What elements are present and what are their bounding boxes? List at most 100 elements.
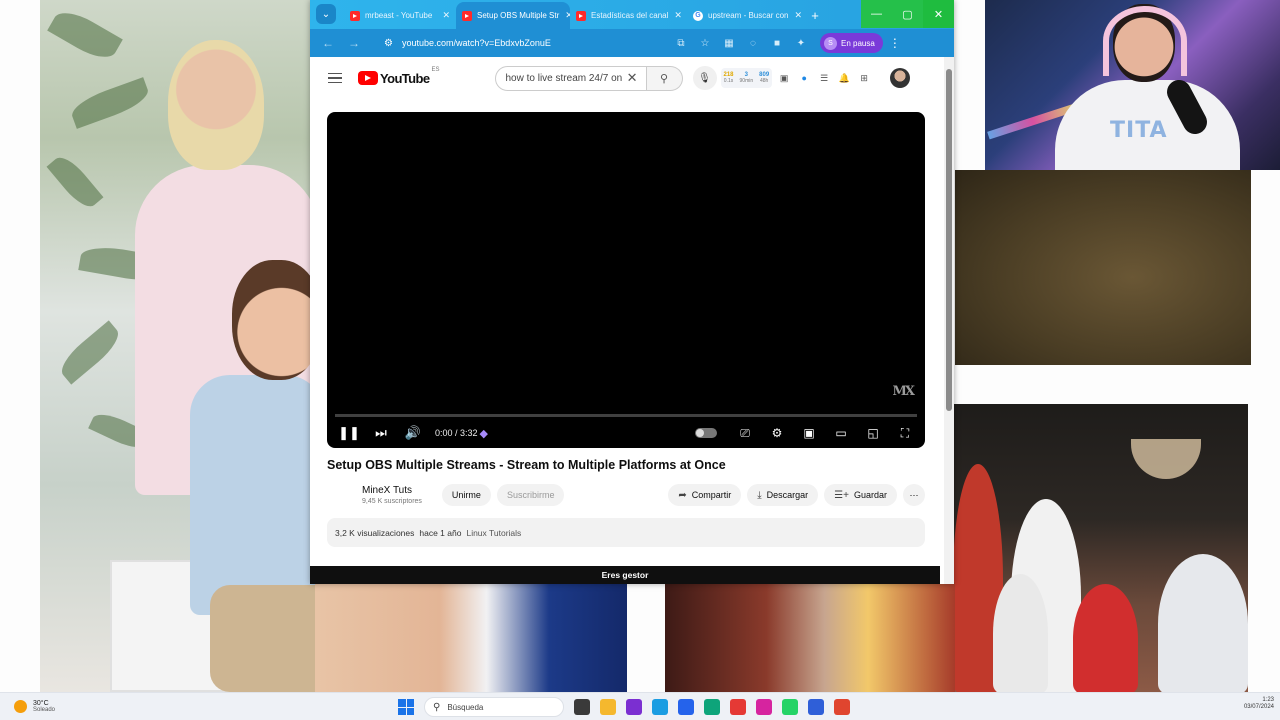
edge-icon[interactable] — [652, 699, 668, 715]
channel-avatar[interactable] — [327, 482, 353, 508]
next-icon[interactable]: ⏭ — [365, 425, 397, 441]
save-button[interactable]: ☰+ Guardar — [824, 484, 897, 506]
pause-icon[interactable]: ❚❚ — [333, 425, 365, 441]
stat-label: 0.1s — [723, 78, 734, 84]
list-icon[interactable]: ☰ — [816, 73, 832, 84]
create-video-icon[interactable]: ⊞ — [856, 73, 872, 84]
close-icon[interactable]: ✕ — [668, 10, 682, 21]
youtube-logo[interactable]: YouTube ES — [358, 67, 440, 86]
maximize-button[interactable]: ▢ — [892, 0, 923, 28]
volume-icon[interactable]: 🔊 — [397, 425, 429, 441]
forward-button[interactable]: → — [344, 36, 364, 50]
menu-icon[interactable] — [328, 72, 342, 84]
stat-label: 48h — [759, 78, 769, 84]
clear-search-icon[interactable]: ✕ — [627, 70, 638, 86]
extension-stats-widget[interactable]: 218 0.1s 3 90min 809 48h — [720, 68, 773, 88]
close-icon[interactable]: ✕ — [436, 10, 450, 21]
browser-icon[interactable] — [834, 699, 850, 715]
youtube-header: YouTube ES how to live stream 24/7 on ✕ … — [310, 57, 944, 99]
cast-icon[interactable]: ◱ — [857, 426, 889, 440]
address-bar[interactable]: ⚙ youtube.com/watch?v=EbdxvbZonuE ⧉ ☆ — [384, 33, 714, 53]
start-button[interactable] — [398, 699, 414, 715]
plus-icon: + — [811, 8, 819, 23]
tab-channel-stats[interactable]: Estadísticas del canal ✕ — [570, 2, 687, 29]
tab-setup-obs[interactable]: Setup OBS Multiple Str ✕ — [456, 2, 570, 29]
more-actions-button[interactable]: ⋯ — [903, 484, 925, 506]
file-explorer-icon[interactable] — [600, 699, 616, 715]
search-placeholder: Búsqueda — [447, 702, 484, 712]
tab-mrbeast[interactable]: mrbeast - YouTube ✕ — [344, 2, 456, 29]
extensions-puzzle-icon[interactable]: ✦ — [792, 34, 810, 52]
channel-name[interactable]: MineX Tuts — [362, 485, 422, 496]
terminal-icon[interactable] — [704, 699, 720, 715]
obs-icon[interactable] — [626, 699, 642, 715]
browser-menu-icon[interactable]: ⋮ — [889, 36, 901, 50]
clock-time: 1:23 — [1262, 697, 1274, 703]
taskbar-search[interactable]: ⚲ Búsqueda — [424, 697, 564, 717]
fullscreen-icon[interactable]: ⛶ — [889, 426, 921, 441]
maximize-icon: ▢ — [902, 8, 913, 21]
close-icon[interactable]: ✕ — [788, 10, 802, 21]
browser-toolbar: ← → ⚙ youtube.com/watch?v=EbdxvbZonuE ⧉ … — [310, 29, 954, 57]
theater-mode-icon[interactable]: ▭ — [825, 426, 857, 440]
weather-widget[interactable]: 30°C Soleado — [14, 700, 55, 714]
close-icon[interactable]: ✕ — [559, 10, 570, 21]
video-tag[interactable]: Linux Tutorials — [466, 528, 521, 538]
taskbar: 30°C Soleado ⚲ Búsqueda 1:23 03/07/2024 — [0, 692, 1280, 720]
video-player[interactable]: MX ❚❚ ⏭ 🔊 0:00 / 3:32 ◆ ⎚ ⚙ ▣ ▭ ◱ ⛶ — [327, 112, 925, 448]
settings-gear-icon[interactable]: ⚙ — [761, 426, 793, 440]
view-count: 3,2 K visualizaciones — [335, 527, 415, 538]
globe-icon[interactable]: ● — [796, 73, 812, 83]
new-tab-button[interactable]: + — [804, 2, 826, 29]
account-avatar[interactable] — [890, 68, 911, 88]
system-clock[interactable]: 1:23 03/07/2024 — [1244, 697, 1274, 711]
profile-button[interactable]: S En pausa — [820, 33, 883, 53]
chrome-icon[interactable] — [730, 699, 746, 715]
webcam-overlay: TITA — [985, 0, 1280, 170]
extension-icon[interactable]: ■ — [768, 34, 786, 52]
whatsapp-icon[interactable] — [782, 699, 798, 715]
tab-upstream-search[interactable]: G upstream - Buscar con ✕ — [687, 2, 804, 29]
description-box[interactable]: 3,2 K visualizaciones hace 1 año Linux T… — [327, 518, 925, 547]
notification-bell-icon[interactable]: 🔔 — [836, 73, 852, 84]
voice-search-button[interactable]: 🎙 — [692, 66, 717, 90]
site-info-icon[interactable]: ⚙ — [384, 38, 394, 49]
autoplay-toggle[interactable] — [695, 428, 717, 438]
close-icon: ✕ — [933, 8, 944, 21]
video-title: Setup OBS Multiple Streams - Stream to M… — [327, 458, 726, 472]
tab-title: mrbeast - YouTube — [365, 11, 433, 20]
subtitles-icon[interactable]: ⎚ — [729, 426, 761, 441]
search-button[interactable]: ⚲ — [646, 65, 683, 91]
page-scrollbar[interactable] — [944, 57, 954, 584]
extension-icon[interactable]: ◌ — [744, 34, 762, 52]
mouse-cursor-icon: ◆ — [479, 427, 489, 440]
clock-date: 03/07/2024 — [1243, 704, 1274, 711]
minimize-button[interactable]: — — [861, 0, 892, 28]
share-button[interactable]: ➦ Compartir — [668, 484, 742, 506]
download-button[interactable]: ⤓ Descargar — [747, 484, 819, 506]
install-app-icon[interactable]: ⧉ — [672, 34, 690, 52]
progress-bar[interactable] — [335, 414, 917, 417]
stat-item: 809 48h — [759, 72, 769, 84]
miniplayer-icon[interactable]: ▣ — [793, 426, 825, 440]
sun-icon — [14, 699, 27, 713]
task-view-icon[interactable] — [574, 699, 590, 715]
outlook-icon[interactable] — [808, 699, 824, 715]
instagram-icon[interactable] — [756, 699, 772, 715]
share-label: Compartir — [691, 490, 732, 500]
search-icon: ⚲ — [659, 72, 669, 85]
extension-icon[interactable]: ▣ — [776, 73, 792, 84]
close-window-button[interactable]: ✕ — [923, 0, 954, 28]
subscribe-button[interactable]: Suscribirme — [496, 484, 565, 506]
store-icon[interactable] — [678, 699, 694, 715]
scrollbar-thumb[interactable] — [946, 69, 952, 411]
channel-watermark[interactable]: MX — [893, 384, 916, 399]
tab-search-button[interactable]: ⌄ — [316, 4, 336, 24]
search-input[interactable]: how to live stream 24/7 on ✕ — [494, 65, 647, 91]
bookmark-star-icon[interactable]: ☆ — [696, 34, 714, 52]
google-icon: G — [693, 10, 703, 21]
search-icon: ⚲ — [433, 701, 441, 713]
back-button[interactable]: ← — [318, 36, 338, 50]
join-button[interactable]: Unirme — [441, 484, 491, 506]
extension-icon[interactable]: ▦ — [720, 34, 738, 52]
